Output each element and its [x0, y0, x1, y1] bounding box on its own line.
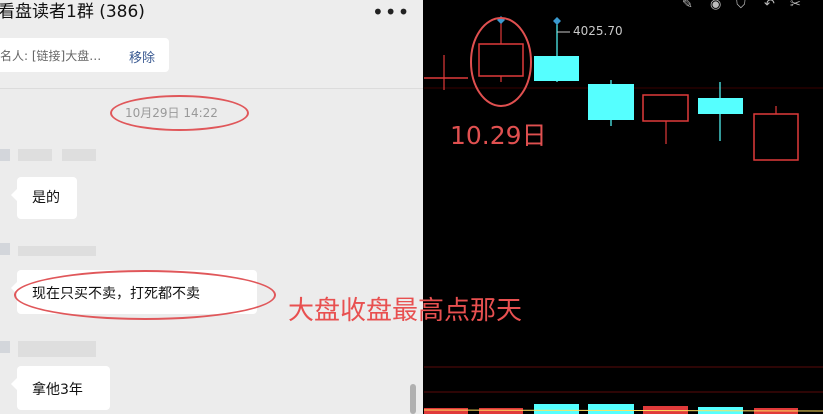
avatar[interactable]	[0, 243, 10, 255]
timestamp-highlight-oval	[110, 95, 249, 131]
candle-body	[534, 56, 579, 81]
sender-name	[18, 341, 96, 357]
message-bubble[interactable]: 拿他3年	[11, 366, 110, 410]
volume-bar	[479, 408, 523, 414]
message-text: 是的	[32, 190, 60, 206]
candle-body	[642, 94, 689, 122]
high-marker	[553, 17, 561, 25]
candle-body	[698, 98, 743, 114]
volume-bar	[643, 406, 688, 414]
remove-button[interactable]: 移除	[129, 47, 155, 66]
message-text: 拿他3年	[32, 382, 83, 398]
avatar[interactable]	[0, 341, 10, 353]
scissors-icon[interactable]: ✂	[790, 0, 801, 12]
eye-icon[interactable]: ◉	[710, 0, 721, 12]
high-price-label: 4025.70	[573, 24, 623, 38]
candle-body	[588, 84, 634, 120]
volume-bar	[534, 404, 579, 414]
pen-icon[interactable]: ✎	[682, 0, 693, 12]
candle-body	[753, 113, 799, 161]
caption-annotation: 大盘收盘最高点那天	[288, 296, 523, 326]
more-options-icon[interactable]: •••	[372, 0, 410, 24]
message-highlight-oval	[14, 270, 276, 320]
chat-window: 看盘读者1群 (386) ••• 名人: [链接]大盘… 移除 10月29日 1…	[0, 0, 423, 414]
volume-bar	[588, 404, 634, 414]
pinned-link-text: 名人: [链接]大盘…	[0, 49, 102, 63]
chat-header: 看盘读者1群 (386) ••• 名人: [链接]大盘… 移除	[0, 0, 423, 89]
volume-bar	[424, 408, 468, 414]
shield-icon[interactable]: ⛉	[736, 0, 746, 12]
candle-body	[478, 43, 524, 77]
sender-name	[62, 149, 96, 161]
message-bubble[interactable]: 是的	[11, 177, 77, 219]
undo-icon[interactable]: ↶	[764, 0, 775, 12]
sender-name	[18, 246, 96, 256]
kline-chart	[424, 16, 823, 414]
sender-name	[18, 149, 52, 161]
date-annotation: 10.29日	[450, 121, 547, 150]
pinned-link-chip[interactable]: 名人: [链接]大盘… 移除	[0, 38, 169, 72]
kline-chart-panel: ✎ ◉ ⛉ ↶ ✂	[424, 0, 823, 414]
scrollbar-thumb[interactable]	[410, 384, 416, 414]
group-title: 看盘读者1群 (386)	[0, 2, 145, 22]
avatar[interactable]	[0, 149, 10, 161]
